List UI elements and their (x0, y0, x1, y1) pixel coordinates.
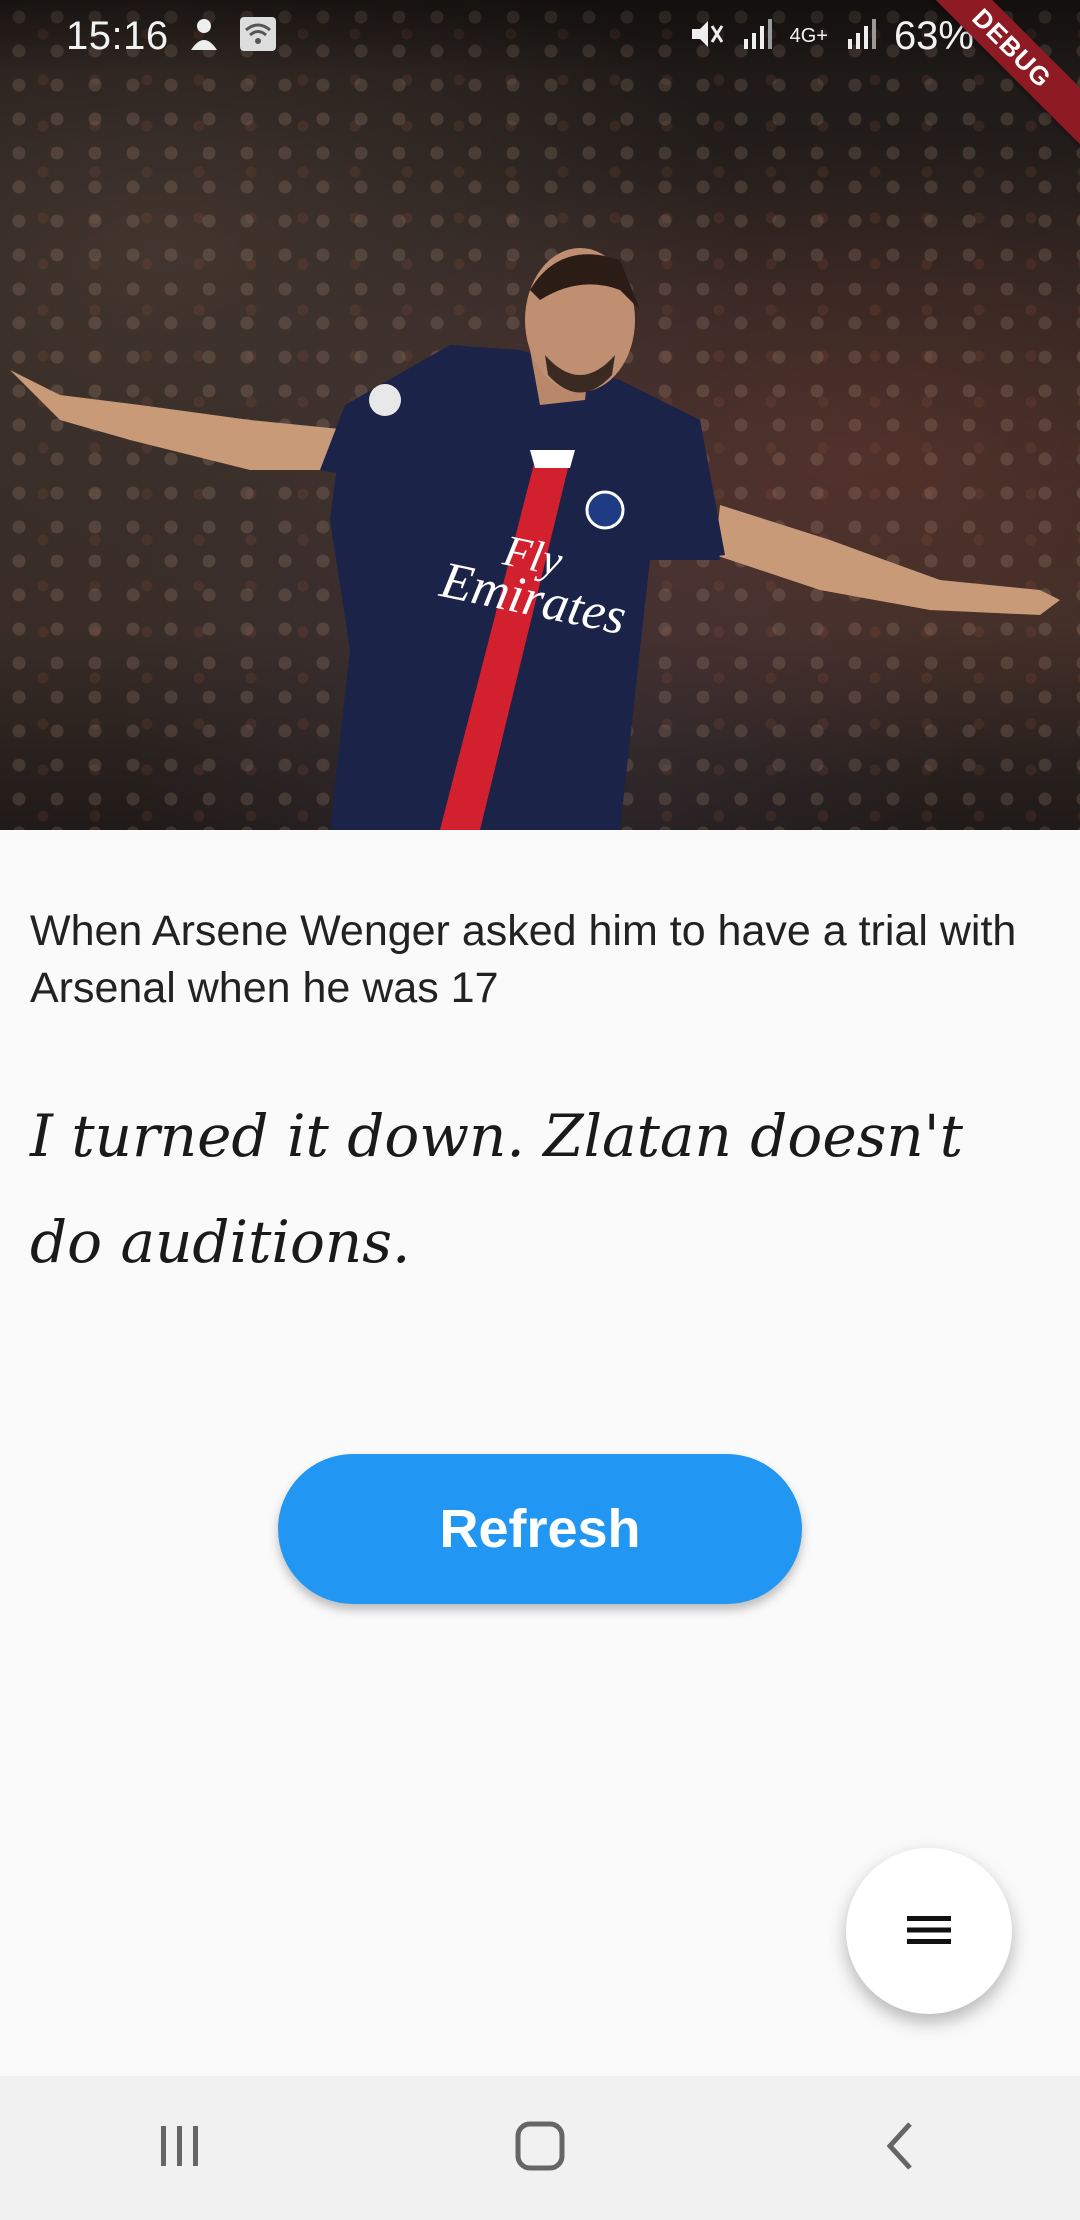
system-nav-bar (0, 2076, 1080, 2220)
menu-icon (905, 1912, 953, 1951)
app-screen: Fly Emirates 15:16 4G+ 63% DEBUG When Ar… (0, 0, 1080, 2220)
wifi-icon (239, 16, 277, 57)
player-photo: Fly Emirates (0, 0, 1080, 830)
recent-apps-icon (157, 2123, 203, 2174)
signal-icon-2 (846, 17, 876, 56)
celebrating-player-figure: Fly Emirates (10, 248, 1060, 830)
status-left: 15:16 (66, 14, 277, 59)
quote-context: When Arsene Wenger asked him to have a t… (30, 907, 1017, 1012)
status-time: 15:16 (66, 13, 169, 58)
back-button[interactable] (840, 2098, 960, 2198)
signal-icon (742, 17, 772, 56)
home-button[interactable] (480, 2098, 600, 2198)
refresh-button[interactable]: Refresh (278, 1454, 802, 1604)
mute-icon (688, 16, 724, 57)
network-type-label: 4G+ (789, 24, 828, 47)
menu-fab[interactable] (846, 1848, 1012, 2014)
home-icon (514, 2120, 566, 2177)
status-bar: 15:16 4G+ 63% (0, 0, 1080, 72)
quote-text: I turned it down. Zlatan doesn't do audi… (30, 1102, 964, 1276)
notification-icon (187, 16, 221, 57)
recent-apps-button[interactable] (120, 2098, 240, 2198)
back-icon (882, 2120, 918, 2177)
